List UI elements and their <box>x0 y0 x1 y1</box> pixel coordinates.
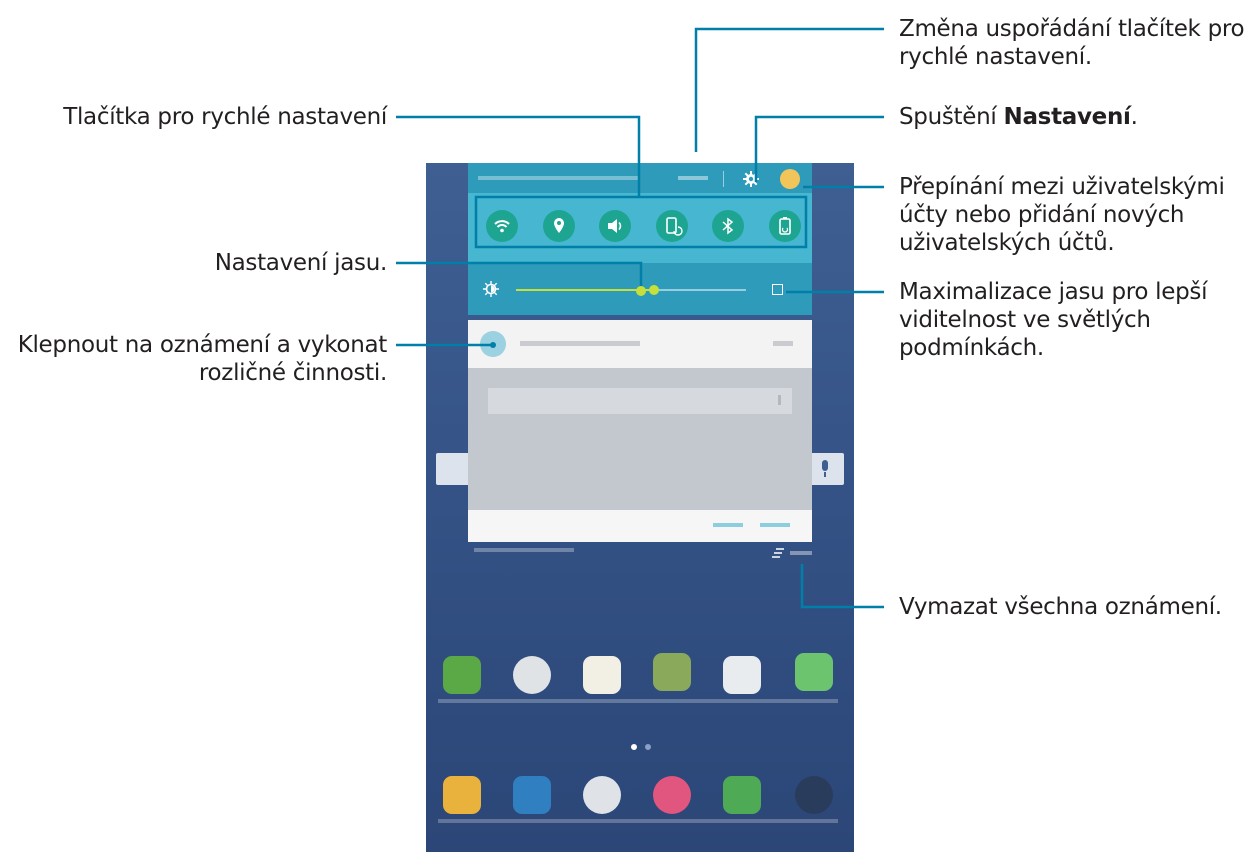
callout-line-rearrange <box>694 27 884 152</box>
callout-line-clear-all <box>800 564 884 609</box>
callout-settings: Spuštění Nastavení. <box>899 104 1138 130</box>
brightness-pointer <box>636 286 646 296</box>
callout-clear-all: Vymazat všechna oznámení. <box>899 594 1222 620</box>
callout-line-settings <box>754 115 884 182</box>
notification-pointer <box>490 342 496 348</box>
callout-quick-buttons: Tlačítka pro rychlé nastavení <box>63 104 387 130</box>
callout-brightness: Nastavení jasu. <box>214 250 388 276</box>
callout-tap-notification: Klepnout na oznámení a vykonat rozličné … <box>17 332 388 386</box>
callout-line-brightness <box>396 261 643 287</box>
callout-line-quick-buttons <box>396 115 641 197</box>
callout-max-brightness: Maximalizace jasu pro lepší viditelnost … <box>899 279 1208 361</box>
callout-bracket-quick-buttons <box>474 195 808 249</box>
callout-users: Přepínání mezi uživatelskými účty nebo p… <box>899 174 1225 256</box>
callout-rearrange: Změna uspořádání tlačítek pro rychlé nas… <box>899 16 1245 70</box>
